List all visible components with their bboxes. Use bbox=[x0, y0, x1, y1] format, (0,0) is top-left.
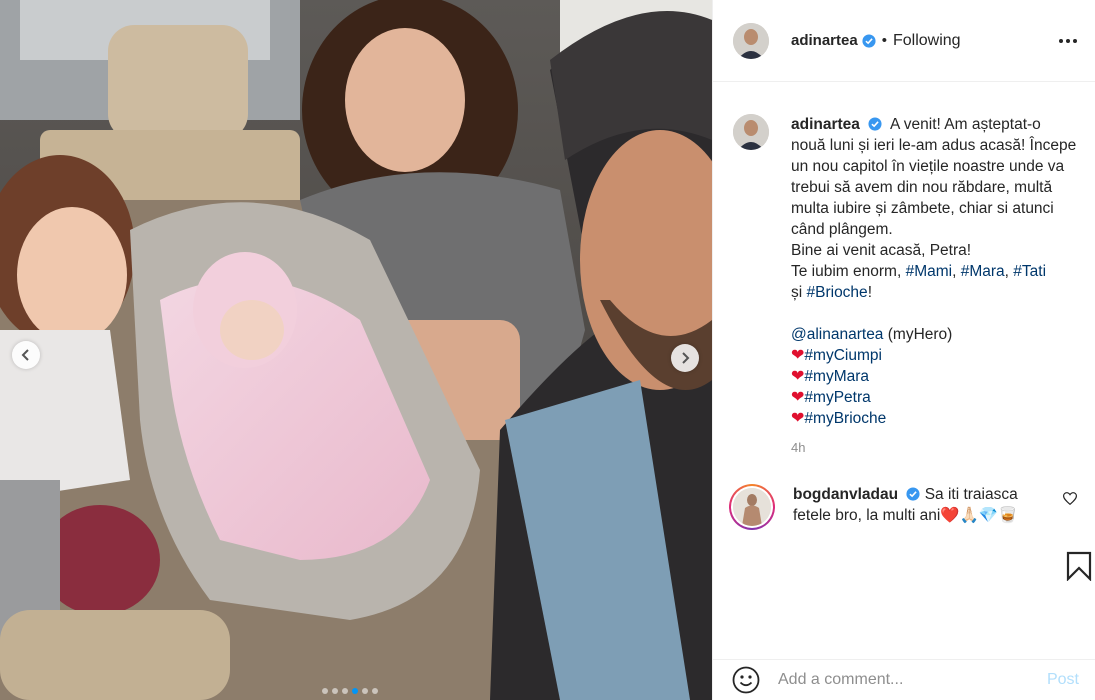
comment: bogdanvladau Sa iti traiasca fetele bro,… bbox=[713, 458, 1095, 530]
hashtag-link[interactable]: #myCiumpi bbox=[804, 347, 882, 364]
caption-text: A venit! Am așteptat-o nouă luni și ieri… bbox=[791, 116, 1081, 343]
carousel-prev-button[interactable] bbox=[12, 341, 40, 369]
emoji-icon[interactable] bbox=[732, 666, 760, 694]
caption-text-segment: și bbox=[791, 284, 803, 301]
red-heart-icon: ❤ bbox=[791, 410, 805, 427]
avatar-image bbox=[733, 114, 769, 150]
bookmark-icon[interactable] bbox=[1066, 551, 1092, 581]
comment-composer: Post bbox=[712, 659, 1095, 700]
carousel-dot bbox=[352, 688, 358, 694]
heart-tag-row: ❤#myMara bbox=[791, 366, 1079, 387]
avatar-image bbox=[733, 22, 769, 59]
hashtag-link[interactable]: #myMara bbox=[804, 368, 869, 385]
verified-icon bbox=[868, 117, 882, 131]
caption-tag-link[interactable]: #Brioche bbox=[807, 284, 868, 301]
comment-input[interactable] bbox=[778, 671, 1038, 689]
caption-text-segment: , bbox=[952, 263, 961, 280]
caption-text-segment: , bbox=[1004, 263, 1014, 280]
author-username[interactable]: adinartea bbox=[791, 32, 858, 49]
caption-tag-link[interactable]: #Mami bbox=[906, 263, 953, 280]
photo-illustration bbox=[0, 0, 712, 700]
comment-emojis: ❤️🙏🏻💎🥃 bbox=[940, 507, 1018, 524]
caption-tag-link[interactable]: #Mara bbox=[961, 263, 1005, 280]
heart-tag-list: ❤#myCiumpi ❤#myMara ❤#myPetra ❤#myBrioche bbox=[791, 345, 1079, 429]
author-avatar[interactable] bbox=[733, 22, 769, 59]
verified-icon bbox=[906, 487, 920, 501]
post-comment-button[interactable]: Post bbox=[1047, 671, 1079, 689]
post-timestamp[interactable]: 4h bbox=[791, 437, 1079, 458]
caption: adinartea A venit! Am așteptat-o nouă lu… bbox=[713, 82, 1095, 458]
following-button[interactable]: Following bbox=[893, 32, 961, 50]
post-header: adinartea • Following bbox=[713, 0, 1095, 82]
post-details-panel: adinartea • Following adinartea A venit!… bbox=[712, 0, 1095, 700]
heart-outline-icon[interactable] bbox=[1063, 492, 1077, 505]
caption-text-segment: ! bbox=[867, 284, 872, 301]
caption-author-avatar[interactable] bbox=[733, 114, 769, 150]
commenter-username[interactable]: bogdanvladau bbox=[793, 486, 898, 503]
red-heart-icon: ❤ bbox=[791, 347, 805, 364]
carousel-dot bbox=[322, 688, 328, 694]
heart-tag-row: ❤#myBrioche bbox=[791, 408, 1079, 429]
red-heart-icon: ❤ bbox=[791, 389, 805, 406]
heart-tag-row: ❤#myPetra bbox=[791, 387, 1079, 408]
heart-tag-row: ❤#myCiumpi bbox=[791, 345, 1079, 366]
carousel-dot bbox=[332, 688, 338, 694]
carousel-dot bbox=[372, 688, 378, 694]
more-options-icon[interactable] bbox=[1057, 33, 1079, 49]
chevron-left-icon bbox=[21, 349, 29, 361]
commenter-avatar[interactable] bbox=[729, 484, 775, 530]
caption-text-segment: A venit! Am așteptat-o nouă luni și ieri… bbox=[791, 116, 1077, 280]
hashtag-link[interactable]: #myPetra bbox=[804, 389, 870, 406]
post-photo[interactable] bbox=[0, 0, 712, 700]
carousel-dot bbox=[362, 688, 368, 694]
caption-tag-link[interactable]: #Tati bbox=[1013, 263, 1046, 280]
carousel-next-button[interactable] bbox=[671, 344, 699, 372]
follow-separator: • bbox=[881, 32, 887, 49]
caption-tag-link[interactable]: @alinanartea bbox=[791, 326, 883, 343]
avatar-image bbox=[733, 488, 771, 526]
caption-author-username[interactable]: adinartea bbox=[791, 116, 860, 133]
hashtag-link[interactable]: #myBrioche bbox=[804, 410, 886, 427]
carousel-indicator bbox=[322, 688, 378, 694]
red-heart-icon: ❤ bbox=[791, 368, 805, 385]
chevron-right-icon bbox=[682, 352, 690, 364]
carousel-dot bbox=[342, 688, 348, 694]
caption-text-segment: (myHero) bbox=[883, 326, 953, 343]
verified-icon bbox=[862, 33, 876, 48]
